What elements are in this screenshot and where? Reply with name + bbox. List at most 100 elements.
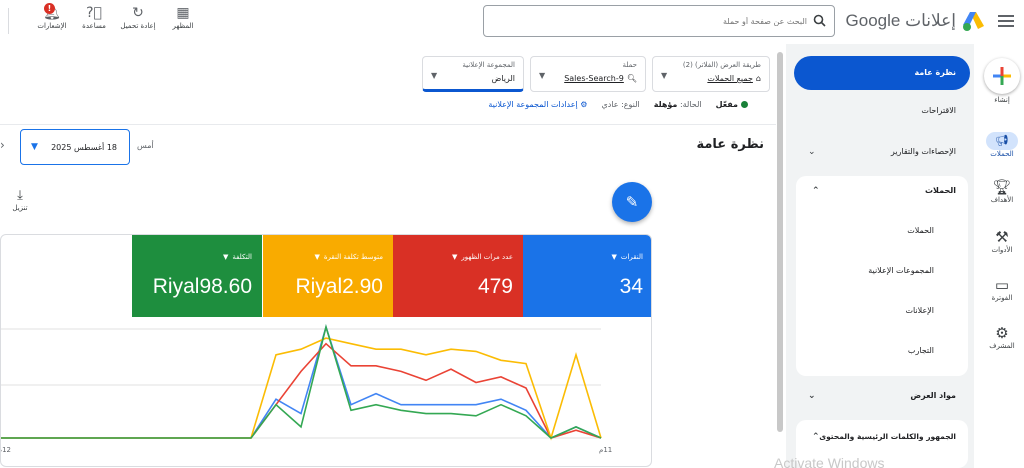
- chart-series-layer: [1, 323, 602, 441]
- metric-avg-cpc-label-text: متوسط تكلفة النقرة: [323, 253, 383, 261]
- nav-campaigns-header[interactable]: الحملات ⌃: [798, 186, 970, 196]
- chevron-down-icon: ⌄: [808, 391, 816, 401]
- product-name: إعلانات Google: [845, 11, 956, 30]
- search-input[interactable]: [507, 16, 807, 26]
- search-campaign-icon: 🔍︎: [626, 74, 637, 83]
- chevron-up-icon: ⌃: [812, 186, 820, 196]
- refresh-label: إعادة تحميل: [120, 22, 156, 30]
- dropdown-arrow-icon: ▼: [431, 71, 438, 80]
- metric-cost[interactable]: التكلفة▼ Riyal98.60: [132, 235, 262, 317]
- campaign-selector-label: حملة: [622, 61, 637, 69]
- nav-overview[interactable]: نظرة عامة: [794, 56, 970, 90]
- view-selector-text: جميع الحملات: [707, 74, 753, 83]
- nav-sub-adgroups[interactable]: المجموعات الإعلانية: [868, 266, 934, 275]
- metric-avg-cpc-label: متوسط تكلفة النقرة▼: [314, 253, 383, 261]
- performance-chart-svg: 12ص 11م: [1, 323, 612, 454]
- nav-audiences-label: الجمهور والكلمات الرئيسية والمحتوى: [819, 432, 956, 441]
- view-selector[interactable]: طريقة العرض (الفلاتر) (2) ⌂ جميع الحملات …: [652, 56, 770, 92]
- refresh-button[interactable]: ↻ إعادة تحميل: [118, 4, 158, 30]
- pencil-icon: ✎: [625, 193, 639, 211]
- state-text: مفعّل: [715, 100, 738, 109]
- metric-clicks-label-text: النقرات: [620, 253, 643, 261]
- campaigns-icon: 📢︎: [986, 132, 1018, 150]
- rail-billing[interactable]: ▭ الفوترة: [982, 276, 1022, 302]
- credit-card-icon: ▭: [994, 276, 1010, 294]
- adgroup-selector-label: المجموعة الإعلانية: [462, 61, 515, 69]
- dropdown-arrow-icon: ▼: [611, 253, 617, 261]
- nav-scrollbar-thumb[interactable]: [777, 52, 783, 432]
- google-ads-logo-icon: [962, 10, 986, 32]
- plus-icon: [984, 58, 1020, 94]
- rail-goals[interactable]: 🏆︎ الأهداف: [982, 178, 1022, 204]
- help-button[interactable]: ?⃝ مساعدة: [74, 4, 114, 30]
- rail-campaigns[interactable]: 📢︎ الحملات: [982, 132, 1022, 158]
- bell-icon: 🔔︎!: [32, 3, 72, 22]
- metric-avg-cpc[interactable]: متوسط تكلفة النقرة▼ Riyal2.90: [263, 235, 393, 317]
- appearance-button[interactable]: ▦ المظهر: [163, 4, 203, 30]
- status-value: مؤهلة: [653, 100, 678, 109]
- metric-clicks-label: النقرات▼: [611, 253, 643, 261]
- rail-create-label: إنشاء: [994, 96, 1010, 104]
- nav-insights[interactable]: الإحصاءات والتقارير ⌄: [794, 147, 970, 157]
- nav-campaigns-group: الحملات ⌃ الحملات المجموعات الإعلانية ال…: [796, 176, 968, 376]
- status-dot-icon: [741, 101, 748, 108]
- dropdown-arrow-icon: ▼: [539, 71, 546, 80]
- type-value: عادي: [601, 100, 619, 109]
- nav-panel: نظرة عامة الاقتراحات الإحصاءات والتقارير…: [786, 44, 974, 468]
- dropdown-arrow-icon: ▼: [314, 253, 320, 261]
- dropdown-arrow-icon: ▼: [222, 253, 229, 261]
- rail-create[interactable]: إنشاء: [982, 58, 1022, 104]
- nav-recommendations[interactable]: الاقتراحات: [794, 106, 970, 115]
- nav-audiences[interactable]: الجمهور والكلمات الرئيسية والمحتوى ⌃: [798, 432, 970, 442]
- divider: [8, 8, 9, 34]
- adgroup-settings-label: إعدادات المجموعة الإعلانية: [488, 100, 578, 109]
- adgroup-settings-link[interactable]: ⚙ إعدادات المجموعة الإعلانية: [488, 100, 587, 109]
- appearance-icon: ▦: [176, 5, 190, 21]
- divider: [0, 124, 776, 125]
- menu-icon[interactable]: [998, 12, 1014, 28]
- edit-button[interactable]: ✎: [612, 182, 652, 222]
- view-selector-label: طريقة العرض (الفلاتر) (2): [682, 61, 761, 69]
- type-label: النوع:: [621, 100, 640, 109]
- notifications-button[interactable]: 🔔︎! الإشعارات: [32, 3, 72, 30]
- main-content: طريقة العرض (الفلاتر) (2) ⌂ جميع الحملات …: [0, 44, 776, 468]
- rail-tools[interactable]: ⚒ الأدوات: [982, 228, 1022, 254]
- nav-assets[interactable]: مواد العرض ⌄: [794, 391, 970, 401]
- campaign-selector[interactable]: حملة 🔍︎ Sales-Search-9 ▼: [530, 56, 646, 92]
- rail-billing-label: الفوترة: [991, 294, 1013, 302]
- notification-badge: !: [44, 3, 55, 14]
- adgroup-selector[interactable]: المجموعة الإعلانية الرياض ▼: [422, 56, 524, 92]
- performance-card: النقرات▼ 34 عدد مرات الظهور▼ 479 متوسط ت…: [0, 234, 652, 467]
- help-label: مساعدة: [82, 22, 106, 30]
- chevron-left-icon[interactable]: ‹: [0, 138, 5, 152]
- nav-campaigns-header-label: الحملات: [925, 186, 956, 195]
- nav-scrollbar[interactable]: [776, 52, 784, 432]
- download-icon: ⤓: [17, 188, 23, 203]
- google-ads-logo[interactable]: إعلانات Google: [846, 10, 986, 32]
- metric-cost-label: التكلفة▼: [223, 253, 252, 261]
- status-label: الحالة:: [679, 100, 702, 109]
- page-title: نظرة عامة: [696, 137, 764, 152]
- activate-windows-watermark: Activate Windows: [774, 455, 885, 468]
- adgroup-selector-text: الرياض: [491, 74, 515, 83]
- performance-chart: 12ص 11م: [1, 317, 651, 466]
- rail-admin[interactable]: ⚙ المشرف: [982, 324, 1022, 350]
- metric-cost-value: Riyal98.60: [152, 275, 252, 298]
- series-line-0: [1, 324, 602, 439]
- search-box[interactable]: [483, 5, 835, 37]
- rail-goals-label: الأهداف: [990, 196, 1014, 204]
- date-range-picker[interactable]: 18 أغسطس 2025 ▼: [20, 129, 130, 165]
- dropdown-arrow-icon: ▼: [452, 253, 458, 261]
- state-indicator: مفعّل: [716, 100, 748, 109]
- nav-sub-campaigns[interactable]: الحملات: [907, 226, 934, 235]
- metric-clicks[interactable]: النقرات▼ 34: [523, 235, 651, 317]
- metric-impressions[interactable]: عدد مرات الظهور▼ 479: [393, 235, 523, 317]
- rail-admin-label: المشرف: [989, 342, 1015, 350]
- nav-sub-experiments[interactable]: التجارب: [908, 346, 934, 355]
- adgroup-status-line: مفعّل الحالة: مؤهلة النوع: عادي ⚙ إعدادا…: [488, 100, 748, 109]
- series-line-3: [1, 323, 602, 439]
- nav-sub-ads[interactable]: الإعلانات: [905, 306, 934, 315]
- tools-icon: ⚒: [995, 228, 1009, 246]
- metric-impressions-label: عدد مرات الظهور▼: [452, 253, 513, 261]
- download-button[interactable]: ⤓ تنزيل: [8, 188, 32, 212]
